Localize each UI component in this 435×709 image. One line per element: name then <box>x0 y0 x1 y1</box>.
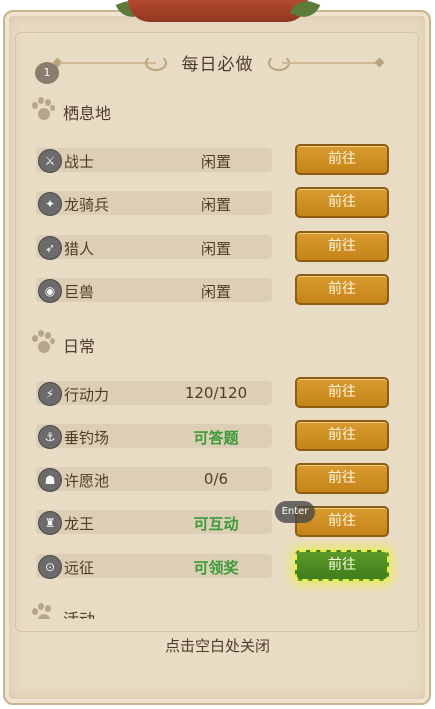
task-name: 许愿池 <box>64 472 110 490</box>
panel-title: 每日必做 <box>181 55 254 75</box>
section-label-events: 活动 <box>63 606 95 619</box>
fishing-icon: ⚓ <box>38 425 62 449</box>
section-label-habitat: 栖息地 <box>63 104 112 123</box>
task-name: 猎人 <box>64 240 95 258</box>
behemoth-icon: ◉ <box>38 279 62 303</box>
panel-top-ornament <box>128 0 308 22</box>
task-name: 龙骑兵 <box>64 196 110 214</box>
dragoon-icon: ✦ <box>38 192 62 216</box>
task-name: 龙王 <box>64 515 95 533</box>
task-row-behemoth: ◉ 巨兽 闲置 前往 <box>36 274 392 306</box>
expedition-icon: ⊙ <box>38 555 62 579</box>
paw-icon <box>30 603 56 619</box>
notification-badge: 1 <box>35 62 59 84</box>
go-button-hunter[interactable]: 前往 <box>295 231 389 262</box>
task-status: 可领奖 <box>193 559 239 577</box>
task-name: 战士 <box>64 153 95 171</box>
wishing-well-icon: ☗ <box>38 468 62 492</box>
paw-icon <box>30 97 56 123</box>
section-label-daily: 日常 <box>63 337 96 356</box>
go-button-dragoon[interactable]: 前往 <box>295 187 389 218</box>
task-status: 0/6 <box>203 470 229 488</box>
stamina-icon: ⚡ <box>38 382 62 406</box>
task-row-hunter: ➶ 猎人 闲置 前往 <box>36 231 392 263</box>
task-row-dragon-king: ♜ 龙王 可互动 前往 <box>36 506 392 538</box>
go-button-wishing-well[interactable]: 前往 <box>295 463 389 494</box>
task-row-dragoon: ✦ 龙骑兵 闲置 前往 <box>36 187 392 219</box>
task-name: 垂钓场 <box>64 429 110 447</box>
task-status: 闲置 <box>200 196 231 214</box>
task-status: 120/120 <box>184 384 248 402</box>
paw-icon <box>30 330 56 356</box>
task-status: 闲置 <box>200 240 231 258</box>
task-name: 远征 <box>64 559 95 577</box>
go-button-expedition[interactable]: 前往 <box>295 550 389 581</box>
task-status: 闲置 <box>200 153 231 171</box>
task-status: 闲置 <box>200 283 231 301</box>
go-button-fishing[interactable]: 前往 <box>295 420 389 451</box>
section-events: 活动 <box>30 603 130 619</box>
task-row-fishing: ⚓ 垂钓场 可答题 前往 <box>36 420 392 452</box>
close-hint[interactable]: 点击空白处关闭 <box>0 635 435 656</box>
task-status: 可互动 <box>193 515 239 533</box>
hunter-icon: ➶ <box>38 236 62 260</box>
dragon-king-icon: ♜ <box>38 511 62 535</box>
go-button-stamina[interactable]: 前往 <box>295 377 389 408</box>
task-status: 可答题 <box>193 429 239 447</box>
task-name: 巨兽 <box>64 283 95 301</box>
task-row-wishing-well: ☗ 许愿池 0/6 前往 <box>36 463 392 495</box>
warrior-icon: ⚔ <box>38 149 62 173</box>
go-button-behemoth[interactable]: 前往 <box>295 274 389 305</box>
enter-key-hint: Enter <box>275 501 315 523</box>
go-button-warrior[interactable]: 前往 <box>295 144 389 175</box>
task-row-stamina: ⚡ 行动力 120/120 前往 <box>36 377 392 409</box>
task-row-warrior: ⚔ 战士 闲置 前往 <box>36 144 392 176</box>
task-name: 行动力 <box>64 386 110 404</box>
task-row-expedition: ⊙ 远征 可领奖 前往 <box>36 550 392 582</box>
title-divider-right <box>282 62 378 64</box>
